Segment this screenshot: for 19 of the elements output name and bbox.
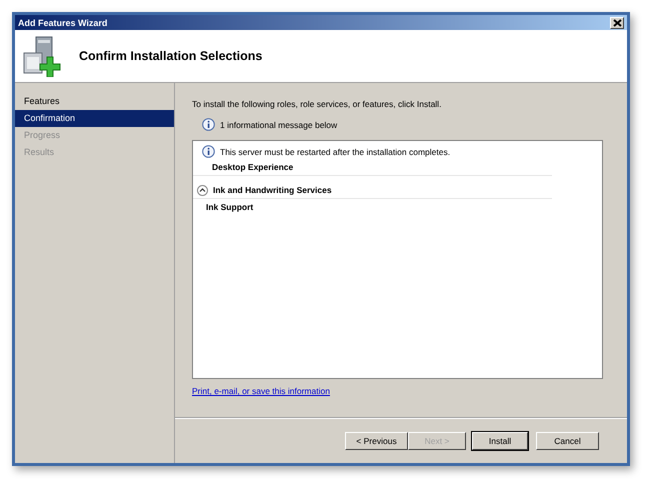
info-summary: 1 informational message below [220,120,338,130]
close-button[interactable] [610,16,624,28]
instruction-text: To install the following roles, role services, or features, click Install. [192,99,442,109]
wizard-button[interactable]: Install [472,432,528,450]
feature-name: Desktop Experience [212,162,294,172]
collapse-toggle[interactable] [197,184,208,196]
info-icon [202,145,215,158]
info-icon [202,118,215,131]
step-item[interactable]: Confirmation [15,110,174,127]
server-add-icon [22,35,62,77]
message-text: This server must be restarted after the installation completes. [220,146,450,156]
group-name: Ink and Handwriting Services [213,185,332,195]
wizard-button[interactable]: < Previous [345,432,408,450]
wizard-button[interactable]: Cancel [536,432,599,450]
window-title: Add Features Wizard [18,18,108,28]
print-save-link[interactable]: Print, e-mail, or save this information [192,386,330,396]
page-heading: Confirm Installation Selections [79,49,262,63]
step-item[interactable]: Features [15,93,174,110]
feature-name: Ink Support [206,202,254,212]
